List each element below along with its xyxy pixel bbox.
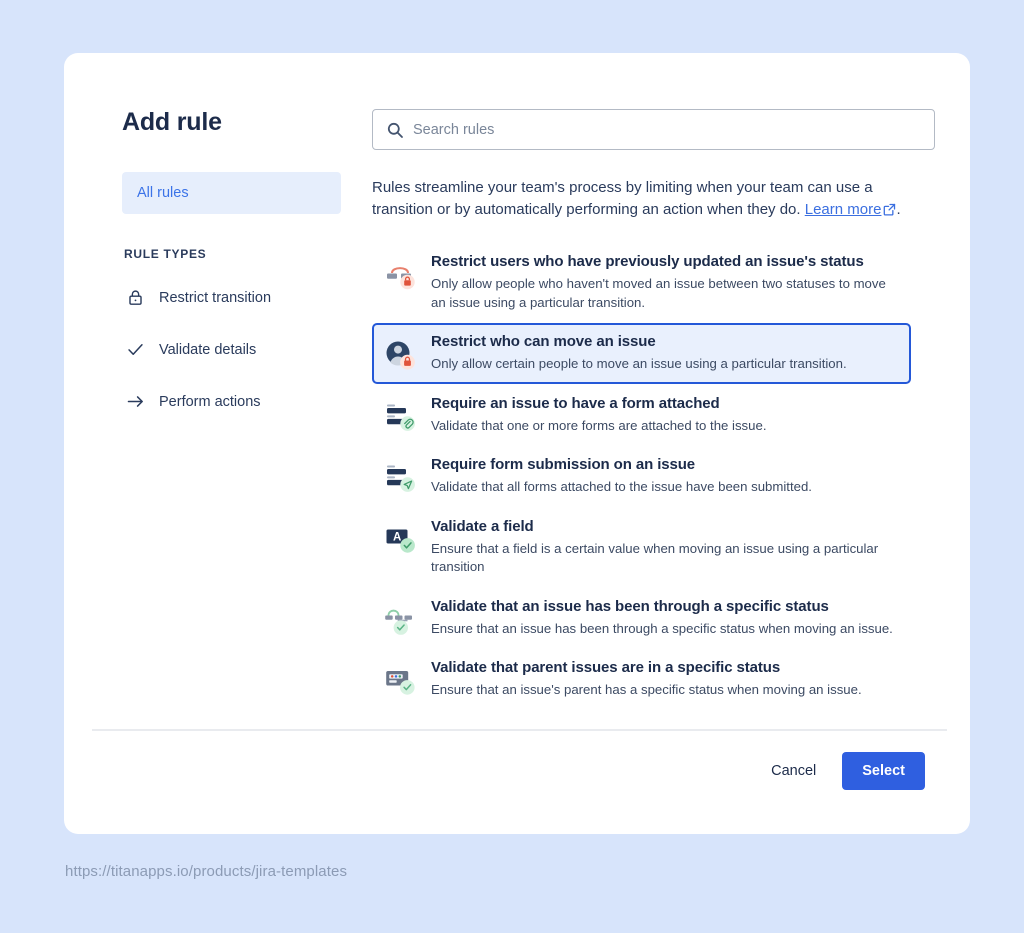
rule-item-description: Validate that one or more forms are atta… [431,417,767,433]
sidebar-item-label: Restrict transition [159,289,272,306]
sidebar-item-all-rules-label: All rules [137,184,189,201]
sidebar-item-perform-actions[interactable]: Perform actions [122,387,372,417]
dialog-main: Rules streamline your team's process by … [372,109,937,711]
rule-item-description: Ensure that a field is a certain value w… [431,540,879,575]
sidebar-item-restrict-transition[interactable]: Restrict transition [122,283,372,313]
search-icon [386,121,404,139]
learn-more-link[interactable]: Learn more [805,201,882,218]
transition-lock-icon [383,257,417,291]
external-link-icon[interactable] [883,201,896,216]
person-lock-icon [383,337,417,371]
rule-item-title: Restrict users who have previously updat… [431,253,864,270]
dialog-footer: Cancel Select [759,752,925,790]
rule-item-title: Require form submission on an issue [431,456,696,473]
check-icon [125,340,145,360]
rule-item-title: Restrict who can move an issue [431,333,656,350]
rule-list-item-validate-through-status[interactable]: Validate that an issue has been through … [372,588,911,649]
dialog-sidebar: Add rule All rules RULE TYPES Restrict t… [122,108,372,439]
rule-item-title: Require an issue to have a form attached [431,394,720,412]
rule-item-title: Validate a field [431,517,534,535]
caption-url: https://titanapps.io/products/jira-templ… [65,863,348,880]
svg-text:A: A [393,531,401,543]
rule-item-description: Only allow certain people to move an iss… [431,356,847,371]
rule-item-text: Validate that parent issues are in a spe… [431,658,900,700]
rule-item-text: Validate a field Ensure that a field is … [431,517,900,577]
rule-list-item-require-form-submission[interactable]: Require form submission on an issue Vali… [372,446,911,507]
rule-item-description: Ensure that an issue's parent has a spec… [431,682,862,697]
intro-text-part1: Rules streamline your team's process by … [372,179,873,218]
rule-types-heading: RULE TYPES [124,246,207,261]
rule-list-item-validate-a-field[interactable]: A Validate a field Ensure that a field i… [372,508,911,587]
rule-item-text: Restrict users who have previously updat… [431,252,900,312]
rule-list-item-restrict-who-can-move[interactable]: Restrict who can move an issue Only allo… [372,323,911,384]
rule-item-text: Require an issue to have a form attached… [431,394,900,436]
arrow-right-icon [125,392,145,412]
rule-item-text: Validate that an issue has been through … [431,597,900,639]
intro-text: Rules streamline your team's process by … [372,177,912,221]
intro-text-part2: . [896,201,901,218]
rule-list-item-validate-parent-status[interactable]: Validate that parent issues are in a spe… [372,649,911,710]
rule-item-description: Validate that all forms attached to the … [431,479,812,494]
rule-item-description: Ensure that an issue has been through a … [431,620,893,636]
field-check-icon: A [383,522,417,556]
rule-item-description: Only allow people who haven't moved an i… [431,276,886,310]
sidebar-item-label: Perform actions [159,393,261,410]
search-input[interactable] [373,110,934,149]
select-button[interactable]: Select [842,752,925,790]
cancel-button[interactable]: Cancel [759,754,828,788]
form-submit-icon [383,460,417,494]
rule-item-title: Validate that parent issues are in a spe… [431,659,781,676]
sidebar-item-validate-details[interactable]: Validate details [122,335,372,365]
form-attachment-icon [383,399,417,433]
sidebar-item-all-rules[interactable]: All rules [122,171,341,214]
rules-list: Restrict users who have previously updat… [372,243,911,710]
status-path-check-icon [383,602,417,636]
page-title: Add rule [122,108,222,136]
footer-divider [92,729,947,731]
search-rules-box[interactable] [372,109,935,150]
rule-item-text: Require form submission on an issue Vali… [431,455,900,497]
lock-icon [125,288,145,308]
add-rule-dialog: Add rule All rules RULE TYPES Restrict t… [64,53,970,834]
rule-item-title: Validate that an issue has been through … [431,597,829,615]
rule-item-text: Restrict who can move an issue Only allo… [431,332,900,374]
parent-status-check-icon [383,663,417,697]
rule-list-item-require-form-attached[interactable]: Require an issue to have a form attached… [372,385,911,446]
sidebar-item-label: Validate details [159,341,257,358]
rule-list-item-restrict-previously-updated[interactable]: Restrict users who have previously updat… [372,243,911,322]
